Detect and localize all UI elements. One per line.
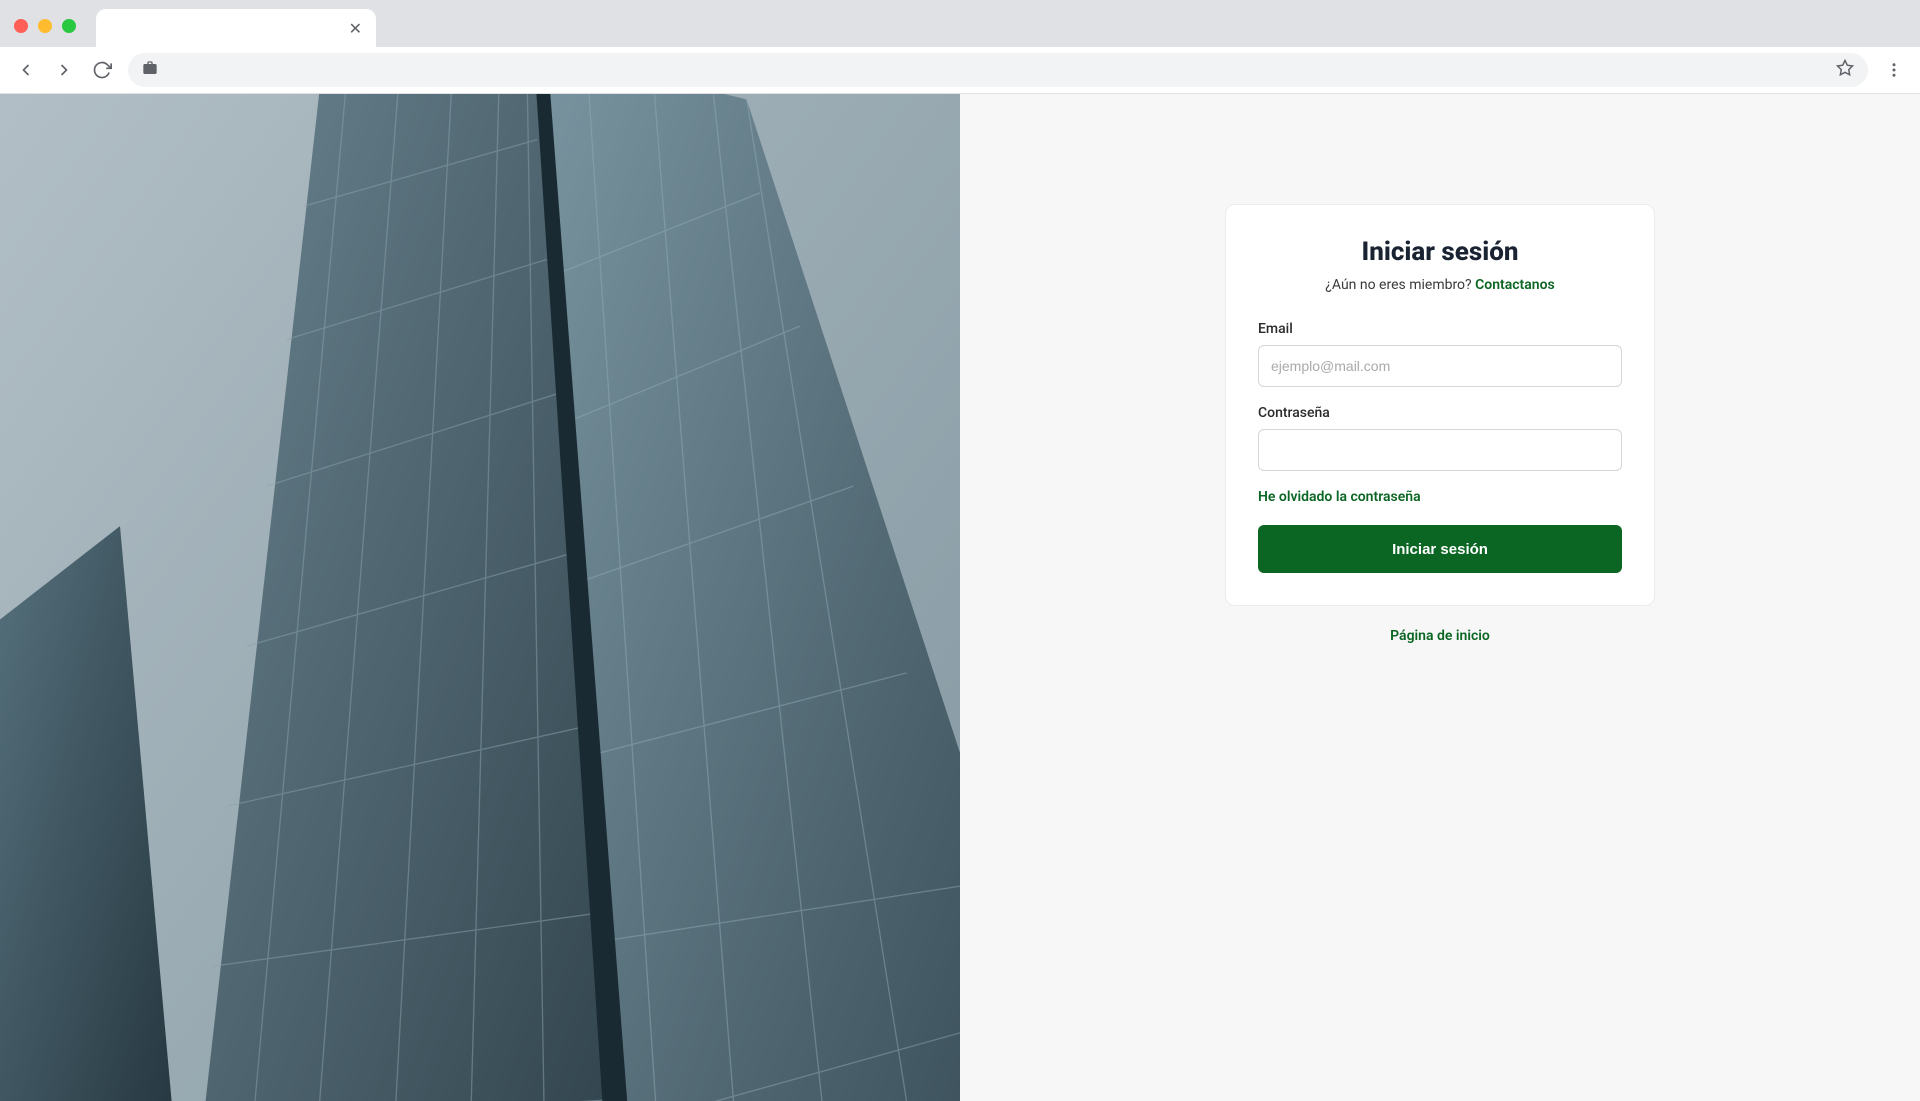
bookmark-icon[interactable]: [1836, 59, 1854, 81]
email-field[interactable]: [1258, 345, 1622, 387]
login-card: Iniciar sesión ¿Aún no eres miembro? Con…: [1225, 204, 1655, 606]
login-button[interactable]: Iniciar sesión: [1258, 525, 1622, 573]
signup-prompt-text: ¿Aún no eres miembro?: [1325, 277, 1475, 293]
contact-link[interactable]: Contactanos: [1475, 277, 1555, 293]
hero-image: [0, 94, 960, 1101]
address-bar[interactable]: [128, 53, 1868, 87]
window-minimize-button[interactable]: [38, 19, 52, 33]
forgot-password-link[interactable]: He olvidado la contraseña: [1258, 489, 1622, 505]
reload-button[interactable]: [90, 58, 114, 82]
tab-strip: ✕: [0, 0, 1920, 47]
signup-prompt: ¿Aún no eres miembro? Contactanos: [1258, 277, 1622, 293]
window-close-button[interactable]: [14, 19, 28, 33]
password-group: Contraseña: [1258, 405, 1622, 471]
email-group: Email: [1258, 321, 1622, 387]
close-tab-icon[interactable]: ✕: [349, 19, 362, 38]
password-field[interactable]: [1258, 429, 1622, 471]
email-label: Email: [1258, 321, 1622, 337]
site-info-icon[interactable]: [142, 60, 158, 80]
password-label: Contraseña: [1258, 405, 1622, 421]
window-maximize-button[interactable]: [62, 19, 76, 33]
browser-toolbar: [0, 47, 1920, 94]
back-button[interactable]: [14, 58, 38, 82]
home-link[interactable]: Página de inicio: [1390, 628, 1490, 644]
window-controls: [14, 19, 76, 33]
login-panel: Iniciar sesión ¿Aún no eres miembro? Con…: [960, 94, 1920, 1101]
page-content: Iniciar sesión ¿Aún no eres miembro? Con…: [0, 94, 1920, 1101]
browser-chrome: ✕: [0, 0, 1920, 94]
browser-menu-icon[interactable]: [1882, 58, 1906, 82]
forward-button[interactable]: [52, 58, 76, 82]
login-title: Iniciar sesión: [1258, 237, 1622, 267]
browser-tab[interactable]: ✕: [96, 9, 376, 47]
